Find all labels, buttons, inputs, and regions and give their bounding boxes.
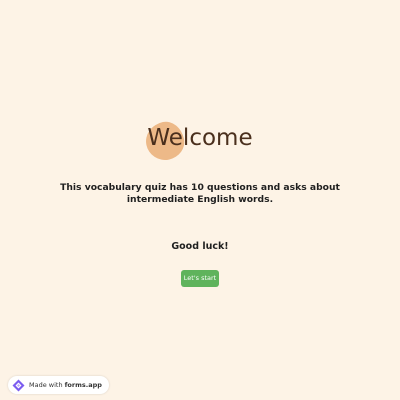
start-button[interactable]: Let's start <box>181 270 219 287</box>
forms-app-logo-icon <box>12 379 25 392</box>
title-area: Welcome <box>0 118 400 164</box>
badge-prefix: Made with <box>29 381 63 389</box>
good-luck-text: Good luck! <box>171 241 229 252</box>
quiz-description: This vocabulary quiz has 10 questions an… <box>60 182 340 205</box>
page-title: Welcome <box>147 125 253 151</box>
made-with-badge[interactable]: Made with forms.app <box>8 376 109 394</box>
badge-brand: forms.app <box>64 381 102 389</box>
welcome-screen: Welcome This vocabulary quiz has 10 ques… <box>0 0 400 400</box>
